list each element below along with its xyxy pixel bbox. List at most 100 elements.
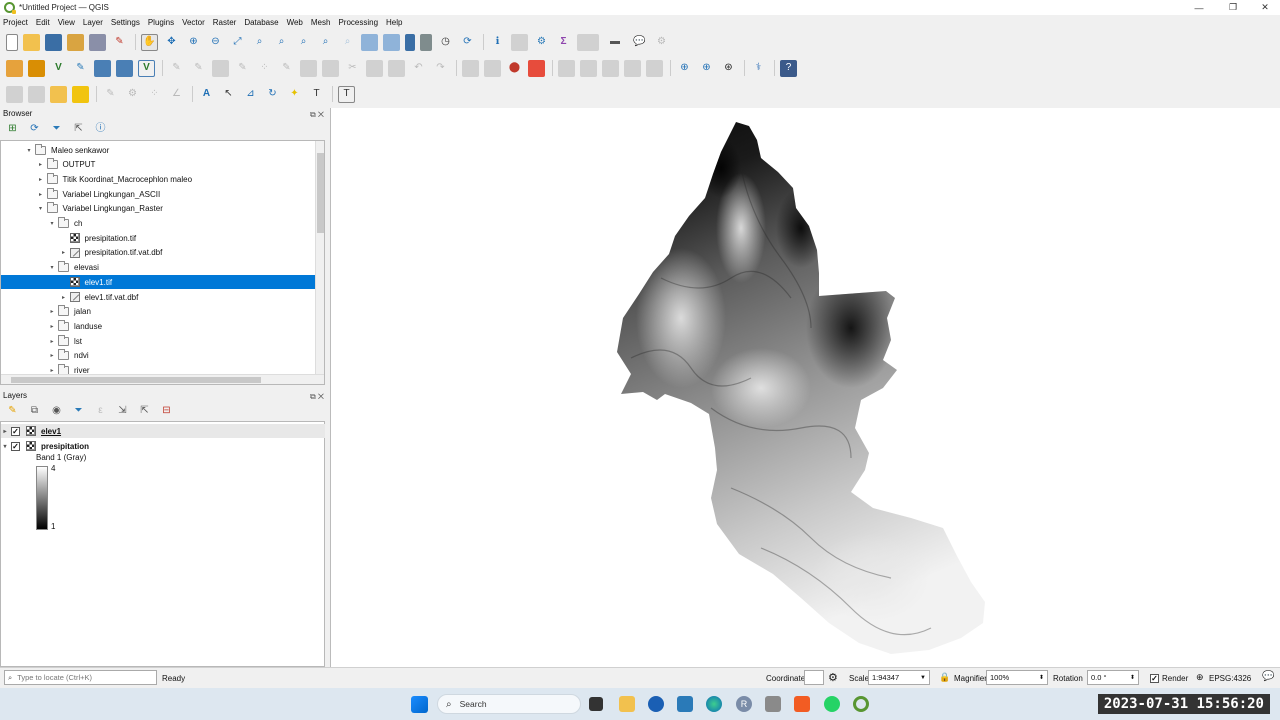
- windows-start-icon[interactable]: [411, 696, 428, 713]
- manage-themes-icon[interactable]: ◉: [48, 403, 65, 420]
- task-view-icon[interactable]: [589, 697, 603, 711]
- paste-features-icon[interactable]: [388, 59, 405, 77]
- file-explorer-icon[interactable]: [619, 696, 635, 712]
- collapse-all-icon[interactable]: ⇱: [70, 121, 87, 138]
- move-diagram-icon[interactable]: [624, 59, 641, 77]
- collapse-icon[interactable]: ▾: [37, 205, 45, 212]
- new-3d-view-icon[interactable]: [383, 33, 400, 51]
- browser-item[interactable]: ▸ elev1.tif.vat.dbf: [1, 290, 316, 304]
- layer-item-presipitation[interactable]: ▾ ✓ presipitation: [1, 439, 325, 453]
- whatsapp-icon[interactable]: [824, 696, 840, 712]
- zoom-app-icon[interactable]: [648, 696, 664, 712]
- toggle-editing-icon[interactable]: ✎: [190, 60, 207, 77]
- coordinate-field[interactable]: [804, 670, 824, 685]
- edge-browser-icon[interactable]: [706, 696, 722, 712]
- browser-item[interactable]: elev1.tif: [1, 275, 316, 290]
- save-layer-edits-icon[interactable]: [212, 59, 229, 77]
- add-vector-layer-icon[interactable]: V: [50, 60, 67, 77]
- map-canvas[interactable]: [330, 108, 1280, 667]
- current-edits-icon[interactable]: ✎: [168, 60, 185, 77]
- select-by-value-icon[interactable]: [28, 85, 45, 103]
- annotation-icon[interactable]: T: [338, 85, 355, 103]
- bookmark-icon[interactable]: [405, 33, 415, 51]
- pointer-icon[interactable]: ↖: [220, 86, 237, 103]
- open-project-icon[interactable]: [23, 33, 40, 51]
- open-attribute-table-icon[interactable]: [511, 33, 528, 51]
- expand-icon[interactable]: ▸: [48, 338, 56, 345]
- collapse-icon[interactable]: ▾: [48, 264, 56, 271]
- menu-layer[interactable]: Layer: [83, 18, 103, 27]
- modify-attributes-icon[interactable]: [300, 59, 317, 77]
- crs-label[interactable]: EPSG:4326: [1209, 674, 1251, 683]
- pan-map-icon[interactable]: ✋: [141, 33, 158, 51]
- rotation-field[interactable]: 0.0 ° ⬍: [1087, 670, 1139, 685]
- layer-visibility-checkbox[interactable]: ✓: [11, 441, 20, 451]
- web-services-icon[interactable]: ⊕: [698, 60, 715, 77]
- browser-item[interactable]: ▸ Variabel Lingkungan_ASCII: [1, 187, 316, 201]
- move-label-icon[interactable]: [558, 59, 575, 77]
- add-virtual-layer-icon[interactable]: V: [138, 59, 155, 77]
- zoom-in-icon[interactable]: ⊕: [185, 34, 202, 51]
- add-mesh-layer-icon[interactable]: [116, 59, 133, 77]
- save-project-icon[interactable]: [45, 33, 62, 51]
- qgis-taskbar-icon[interactable]: [853, 696, 869, 712]
- rotate-label-icon[interactable]: [580, 59, 597, 77]
- filter-legend-icon[interactable]: ⏷: [70, 403, 87, 420]
- add-selected-layers-icon[interactable]: ⊞: [4, 121, 21, 138]
- remove-layer-icon[interactable]: ⊟: [158, 403, 175, 420]
- text-tool-icon[interactable]: T: [308, 86, 325, 103]
- lock-icon[interactable]: 🔒: [939, 672, 950, 683]
- add-delimited-text-icon[interactable]: ✎: [72, 60, 89, 77]
- zoom-selection-icon[interactable]: ⌕: [251, 34, 268, 51]
- metasearch-icon[interactable]: ⊕: [676, 60, 693, 77]
- globe-icon[interactable]: ⊛: [720, 60, 737, 77]
- zoom-last-icon[interactable]: ⌕: [317, 34, 334, 51]
- browser-vertical-scrollbar[interactable]: [315, 141, 324, 374]
- add-raster-layer-icon[interactable]: [94, 59, 111, 77]
- panel-close-icon[interactable]: ⧉ ✕: [310, 391, 324, 403]
- menu-settings[interactable]: Settings: [111, 18, 140, 27]
- render-checkbox[interactable]: ✓: [1150, 674, 1159, 683]
- digitize-icon[interactable]: ✎: [234, 60, 251, 77]
- bulk-edit-icon[interactable]: ⁘: [146, 86, 163, 103]
- minimize-button[interactable]: —: [1184, 0, 1214, 15]
- menu-vector[interactable]: Vector: [182, 18, 205, 27]
- add-feature-icon[interactable]: ⁘: [256, 60, 273, 77]
- expand-icon[interactable]: ▸: [37, 161, 45, 168]
- delete-selected-icon[interactable]: [322, 59, 339, 77]
- text-annotation-icon[interactable]: ⚙: [653, 34, 670, 51]
- pan-to-selection-icon[interactable]: ✥: [163, 34, 180, 51]
- layer-item-elev1[interactable]: ▸ ✓ elev1: [1, 424, 325, 438]
- select-features-icon[interactable]: [6, 85, 23, 103]
- menu-view[interactable]: View: [58, 18, 75, 27]
- cut-features-icon[interactable]: ✂: [344, 60, 361, 77]
- expand-icon[interactable]: ▸: [48, 367, 56, 374]
- layer-labeling-icon[interactable]: A: [198, 86, 215, 103]
- zoom-native-icon[interactable]: ⌕: [295, 34, 312, 51]
- expand-icon[interactable]: ▸: [1, 428, 9, 435]
- collapse-icon[interactable]: ▾: [48, 220, 56, 227]
- layout-manager-icon[interactable]: [89, 33, 106, 51]
- expand-icon[interactable]: ▸: [48, 308, 56, 315]
- vertex-tool-icon[interactable]: ✎: [278, 60, 295, 77]
- browser-item[interactable]: ▸ ndvi: [1, 349, 316, 363]
- zoom-out-icon[interactable]: ⊖: [207, 34, 224, 51]
- browser-item[interactable]: ▾ Maleo senkawor: [1, 143, 316, 157]
- expand-all-icon[interactable]: ⇲: [114, 403, 131, 420]
- measure-icon[interactable]: ▬: [604, 34, 626, 51]
- menu-database[interactable]: Database: [244, 18, 278, 27]
- menu-help[interactable]: Help: [386, 18, 402, 27]
- browser-horizontal-scrollbar[interactable]: [1, 374, 324, 384]
- rotate-icon[interactable]: ↻: [264, 86, 281, 103]
- locator-search-input[interactable]: ⌕ Type to locate (Ctrl+K): [4, 670, 157, 685]
- copy-features-icon[interactable]: [366, 59, 383, 77]
- select-by-expression-icon[interactable]: [72, 85, 89, 103]
- refresh-icon[interactable]: ⟳: [459, 34, 476, 51]
- menu-processing[interactable]: Processing: [338, 18, 378, 27]
- collapse-icon[interactable]: ▾: [25, 147, 33, 154]
- menu-web[interactable]: Web: [287, 18, 303, 27]
- label-properties-icon[interactable]: [646, 59, 663, 77]
- attribute-form-icon[interactable]: ✎: [102, 86, 119, 103]
- messages-icon[interactable]: 💬: [1262, 671, 1274, 682]
- browser-item[interactable]: ▸ landuse: [1, 319, 316, 333]
